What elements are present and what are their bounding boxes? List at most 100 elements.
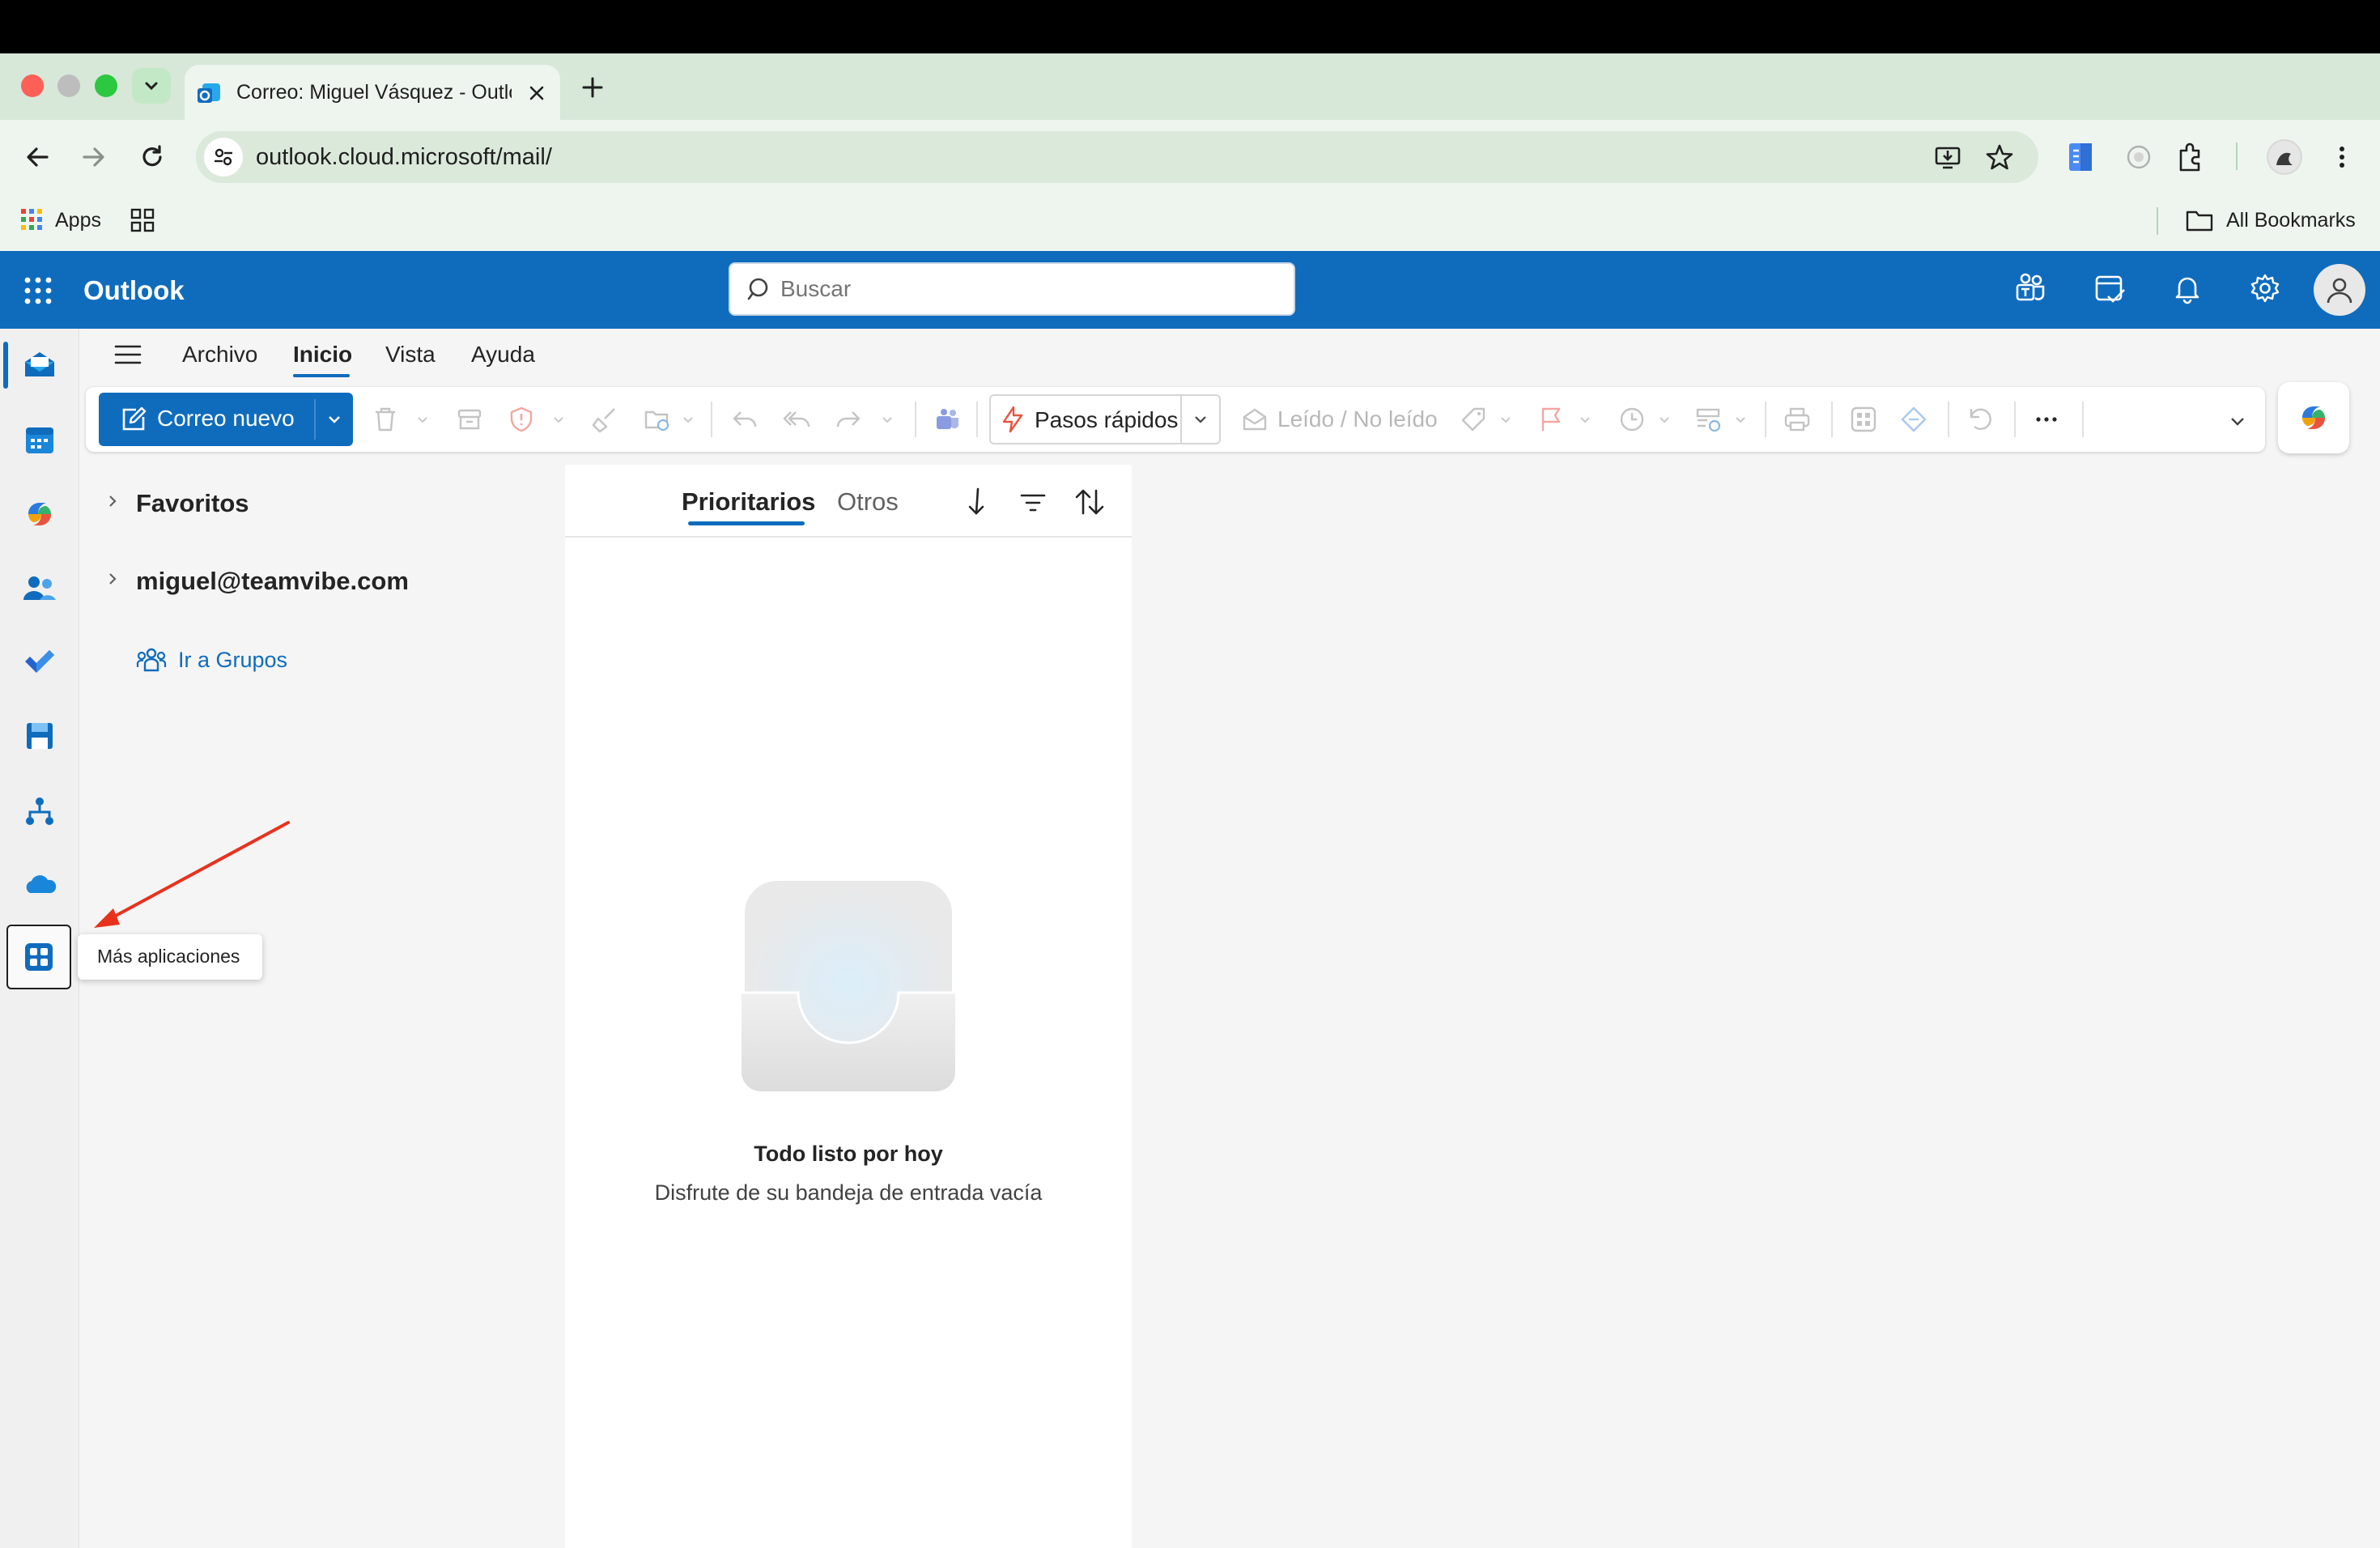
search-input[interactable]	[780, 274, 1266, 304]
chevron-down-icon[interactable]	[680, 411, 696, 427]
profile-avatar[interactable]	[2267, 139, 2302, 175]
chevron-down-icon[interactable]	[1656, 411, 1672, 427]
sweep-button[interactable]	[588, 403, 620, 436]
chevron-down-icon[interactable]	[1192, 410, 1209, 428]
install-app-button[interactable]	[1933, 142, 1962, 172]
rail-copilot[interactable]	[18, 492, 62, 536]
tab-inicio-underline	[293, 374, 350, 377]
browser-tab-outlook[interactable]: Correo: Miguel Vásquez - Outlook	[185, 65, 560, 120]
more-options-button[interactable]	[2030, 403, 2063, 436]
navigation-toggle[interactable]	[113, 342, 142, 368]
new-mail-dropdown[interactable]	[325, 410, 343, 428]
expand-ribbon-button[interactable]	[2228, 411, 2247, 431]
account-avatar[interactable]	[2314, 264, 2365, 316]
report-button[interactable]	[505, 403, 538, 436]
tab-inicio[interactable]: Inicio	[293, 342, 352, 368]
extension-circle-icon[interactable]	[2124, 142, 2153, 172]
outlook-favicon-icon	[196, 80, 222, 106]
address-bar[interactable]: outlook.cloud.microsoft/mail/	[196, 131, 2038, 183]
snooze-button[interactable]	[1616, 403, 1648, 436]
search-box[interactable]	[729, 262, 1295, 316]
new-mail-label: Correo nuevo	[157, 406, 295, 431]
settings-button[interactable]	[2249, 272, 2281, 304]
read-unread-icon-button[interactable]	[1239, 403, 1271, 436]
chevron-down-icon[interactable]	[1732, 411, 1749, 427]
forward-mail-button[interactable]	[832, 403, 865, 436]
url-text[interactable]: outlook.cloud.microsoft/mail/	[256, 144, 552, 171]
read-unread-label[interactable]: Leído / No leído	[1277, 406, 1438, 432]
tab-groups-button[interactable]	[130, 207, 155, 233]
tab-archivo[interactable]: Archivo	[182, 342, 257, 368]
reply-all-button[interactable]	[780, 403, 813, 436]
app-title[interactable]: Outlook	[83, 275, 185, 306]
teams-button[interactable]	[2014, 272, 2046, 304]
tab-focused[interactable]: Prioritarios	[682, 487, 815, 517]
window-close-button[interactable]	[21, 74, 44, 97]
flag-button[interactable]	[1535, 403, 1567, 436]
select-button[interactable]	[962, 486, 991, 518]
bookmark-star-button[interactable]	[1985, 142, 2014, 172]
toolbar-divider	[2236, 142, 2238, 170]
printer-icon	[1784, 407, 1810, 432]
all-bookmarks-link[interactable]: All Bookmarks	[2226, 209, 2356, 232]
rail-people[interactable]	[18, 567, 62, 610]
tab-ayuda[interactable]: Ayuda	[471, 342, 535, 368]
window-minimize-button[interactable]	[57, 74, 80, 97]
tab-focused-underline	[688, 521, 805, 525]
share-to-teams-button[interactable]	[931, 403, 963, 436]
tab-vista[interactable]: Vista	[385, 342, 436, 368]
reply-button[interactable]	[729, 403, 761, 436]
move-to-button[interactable]	[641, 403, 674, 436]
filter-button[interactable]	[1018, 489, 1048, 517]
tab-close-button[interactable]	[525, 81, 549, 105]
sort-button[interactable]	[1073, 486, 1106, 518]
rail-todo[interactable]	[18, 640, 62, 683]
chevron-down-icon	[145, 82, 158, 91]
categorize-button[interactable]	[1457, 403, 1490, 436]
print-button[interactable]	[1781, 403, 1813, 436]
tab-search-button[interactable]	[132, 68, 171, 104]
delete-button[interactable]	[369, 403, 402, 436]
active-rail-indicator	[3, 342, 8, 389]
favorites-expand[interactable]	[104, 492, 121, 510]
rules-icon	[1696, 408, 1721, 432]
undo-button[interactable]	[1964, 403, 1996, 436]
rail-onedrive[interactable]	[18, 863, 62, 907]
back-button[interactable]	[23, 142, 52, 172]
groups-link[interactable]: Ir a Grupos	[178, 648, 287, 673]
app-launcher-button[interactable]	[23, 275, 53, 306]
new-mail-button[interactable]: Correo nuevo	[99, 393, 353, 446]
chevron-down-icon[interactable]	[414, 411, 431, 427]
copilot-button[interactable]	[2278, 382, 2349, 453]
chevron-down-icon[interactable]	[1577, 411, 1593, 427]
rail-more-apps[interactable]	[6, 925, 71, 989]
favorites-label[interactable]: Favoritos	[136, 489, 249, 518]
reload-button[interactable]	[138, 142, 167, 172]
tab-other[interactable]: Otros	[837, 487, 899, 517]
account-label[interactable]: miguel@teamvibe.com	[136, 567, 409, 596]
rail-files[interactable]	[18, 714, 62, 758]
rules-button[interactable]	[1692, 403, 1724, 436]
extensions-button[interactable]	[2176, 141, 2205, 173]
forward-button[interactable]	[79, 142, 108, 172]
immersive-reader-button[interactable]	[1898, 403, 1930, 436]
extension-reader-icon[interactable]	[2066, 141, 2095, 173]
apps-ribbon-button[interactable]	[1847, 403, 1880, 436]
site-info-button[interactable]	[204, 138, 243, 176]
teams-icon	[937, 409, 958, 429]
chevron-down-icon[interactable]	[879, 411, 895, 427]
rail-org-explorer[interactable]	[18, 790, 62, 834]
archive-button[interactable]	[453, 403, 486, 436]
quick-steps-button[interactable]: Pasos rápidos	[989, 394, 1221, 444]
rail-mail[interactable]	[18, 343, 62, 387]
my-day-button[interactable]	[2093, 272, 2126, 304]
notifications-button[interactable]	[2171, 272, 2204, 304]
bookmark-apps[interactable]: Apps	[55, 209, 101, 232]
new-tab-button[interactable]	[578, 73, 607, 102]
account-expand[interactable]	[104, 570, 121, 588]
chevron-down-icon[interactable]	[550, 411, 567, 427]
chevron-down-icon[interactable]	[1498, 411, 1514, 427]
window-maximize-button[interactable]	[95, 74, 117, 97]
browser-menu-button[interactable]	[2330, 142, 2354, 172]
rail-calendar[interactable]	[18, 418, 62, 461]
